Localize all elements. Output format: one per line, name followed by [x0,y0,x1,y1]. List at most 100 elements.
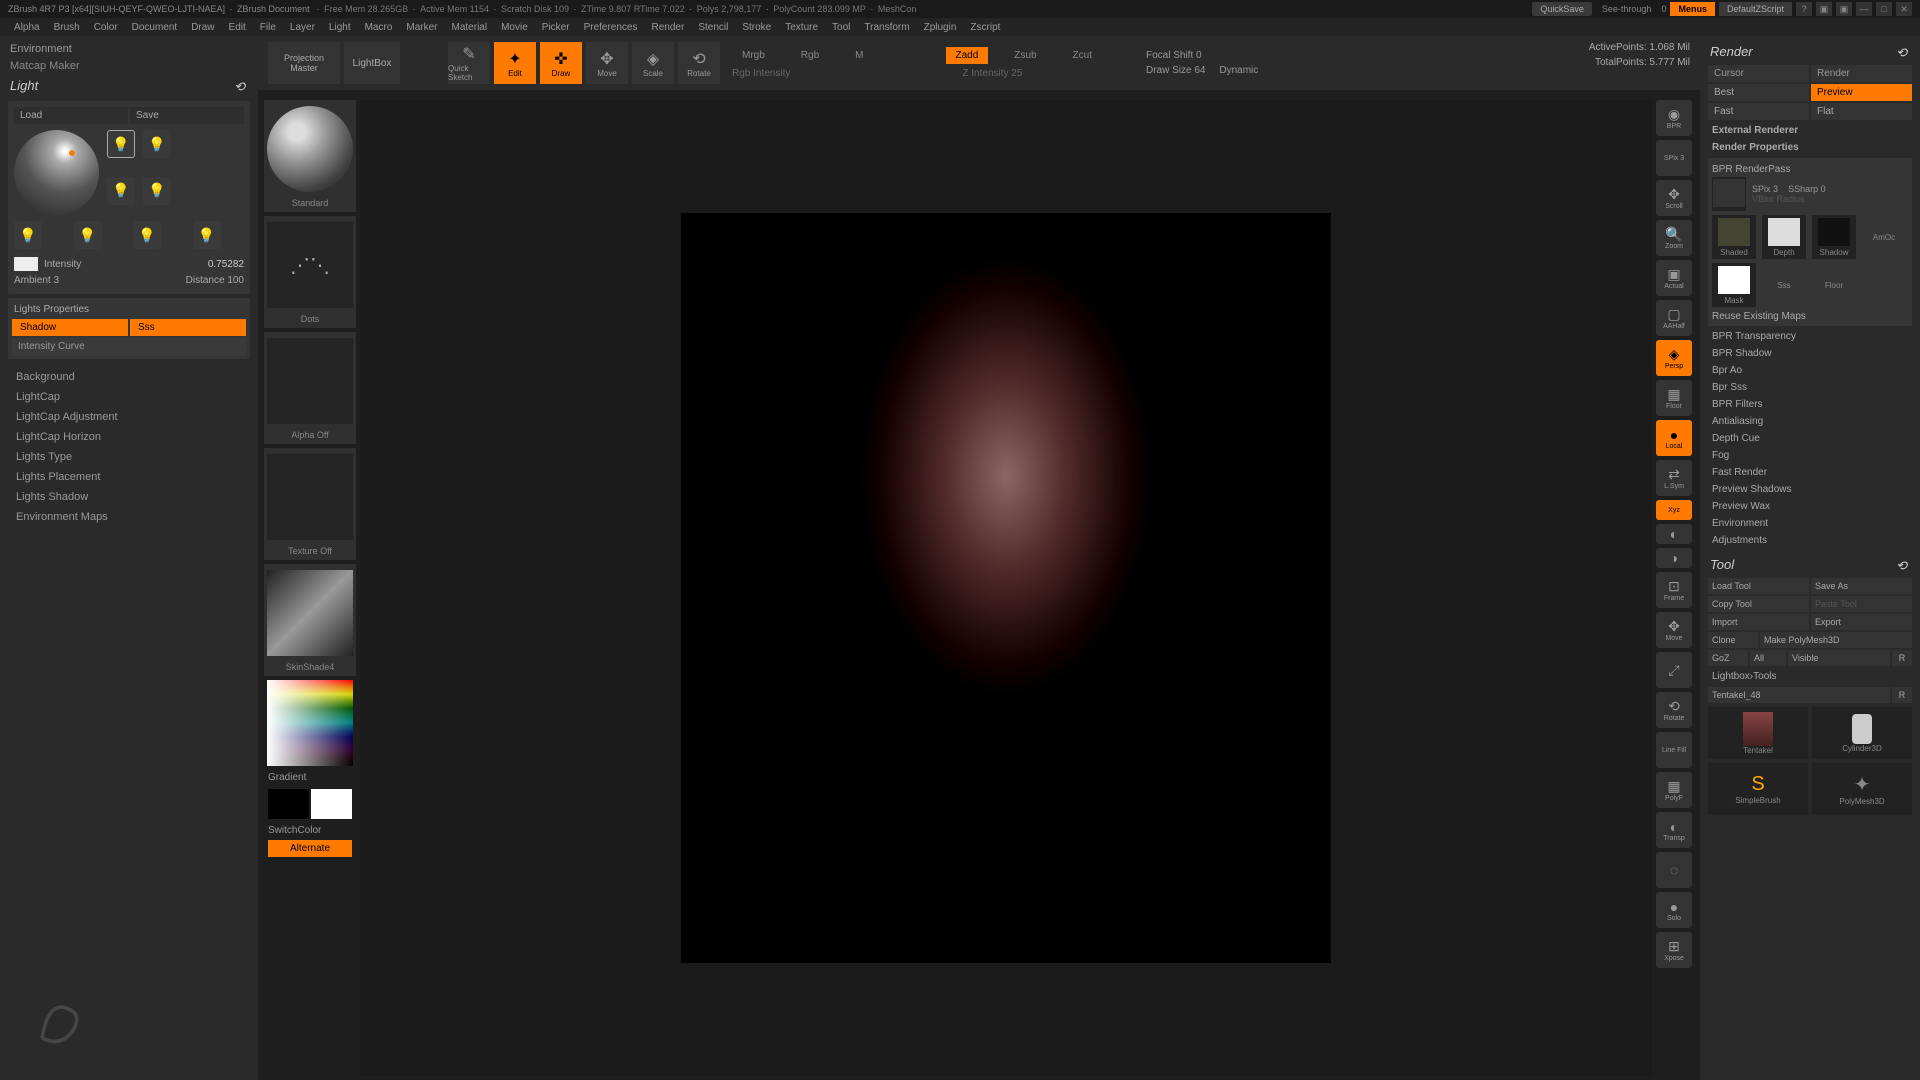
bpr-ao-section[interactable]: Bpr Ao [1704,362,1916,379]
scale-nav-button[interactable]: ⤢ [1656,652,1692,688]
cursor-tab[interactable]: Cursor [1708,65,1809,82]
menu-zscript[interactable]: Zscript [964,20,1006,35]
external-renderer-section[interactable]: External Renderer [1704,122,1916,139]
ambient-slider[interactable]: Ambient 3 [14,275,126,286]
texture-preview[interactable] [267,454,353,540]
bpr-button[interactable] [1712,177,1746,211]
actual-button[interactable]: ▣Actual [1656,260,1692,296]
lights-type-section[interactable]: Lights Type [8,447,250,467]
copy-tool-button[interactable]: Copy Tool [1708,596,1809,612]
draw-button[interactable]: ✜Draw [540,42,582,84]
lightcap-adjustment-section[interactable]: LightCap Adjustment [8,407,250,427]
zsub-button[interactable]: Zsub [1004,47,1046,64]
zadd-button[interactable]: Zadd [946,47,989,64]
menu-material[interactable]: Material [446,20,494,35]
window-icon[interactable]: ▣ [1816,2,1832,16]
mrgb-button[interactable]: Mrgb [732,47,775,64]
preview-shadows-section[interactable]: Preview Shadows [1704,481,1916,498]
tool-thumb-simplebrush[interactable]: SSimpleBrush [1708,763,1808,815]
bpr-button[interactable]: ◉BPR [1656,100,1692,136]
zcut-button[interactable]: Zcut [1063,47,1102,64]
polyf-button[interactable]: ▦PolyF [1656,772,1692,808]
close-icon[interactable]: ✕ [1896,2,1912,16]
primary-color-swatch[interactable] [311,789,352,819]
tool-thumb-polymesh[interactable]: ✦PolyMesh3D [1812,763,1912,815]
secondary-color-swatch[interactable] [268,789,309,819]
menu-tool[interactable]: Tool [826,20,856,35]
spix-button[interactable]: SPix 3 [1656,140,1692,176]
environment-section[interactable]: Environment [4,40,254,58]
light-slot-5[interactable]: 💡 [14,221,42,249]
menu-marker[interactable]: Marker [400,20,443,35]
rotate-button[interactable]: ⟲Rotate [678,42,720,84]
depth-pass[interactable]: Depth [1762,215,1806,259]
clone-button[interactable]: Clone [1708,632,1758,648]
preview-wax-section[interactable]: Preview Wax [1704,498,1916,515]
material-preview[interactable] [267,570,353,656]
bpr-filters-section[interactable]: BPR Filters [1704,396,1916,413]
focal-shift-slider[interactable]: Focal Shift 0 [1146,50,1202,61]
lightcap-section[interactable]: LightCap [8,387,250,407]
goz-button[interactable]: GoZ [1708,650,1748,666]
switch-color-button[interactable]: SwitchColor [264,823,356,838]
flat-button[interactable]: Flat [1811,103,1912,120]
floor-button[interactable]: ▦Floor [1656,380,1692,416]
fog-section[interactable]: Fog [1704,447,1916,464]
intensity-slider[interactable]: Intensity 0.75282 [14,255,244,273]
xyz-button[interactable]: Xyz [1656,500,1692,520]
menus-button[interactable]: Menus [1670,2,1715,16]
tool-thumb-tentakel[interactable]: Tentakel [1708,707,1808,759]
render-tab[interactable]: Render [1811,65,1912,82]
persp-button[interactable]: ◈Persp [1656,340,1692,376]
frame-button[interactable]: ⊡Frame [1656,572,1692,608]
shadow-button[interactable]: Shadow [12,319,128,336]
bpr-sss-section[interactable]: Bpr Sss [1704,379,1916,396]
visible-button[interactable]: Visible [1788,650,1890,666]
menu-alpha[interactable]: Alpha [8,20,46,35]
xpose-button[interactable]: ⊞Xpose [1656,932,1692,968]
lsym-button[interactable]: ⇄L.Sym [1656,460,1692,496]
pin-icon[interactable]: ⟲ [234,79,248,93]
all-button[interactable]: All [1750,650,1786,666]
menu-stencil[interactable]: Stencil [692,20,734,35]
edit-button[interactable]: ✦Edit [494,42,536,84]
amoc-pass[interactable]: AmOc [1862,215,1906,259]
draw-size-slider[interactable]: Draw Size 64 [1146,65,1205,76]
environment-section[interactable]: Environment [1704,515,1916,532]
save-as-button[interactable]: Save As [1811,578,1912,594]
menu-texture[interactable]: Texture [779,20,824,35]
pin-icon[interactable]: ⟲ [1896,558,1910,572]
export-button[interactable]: Export [1811,614,1912,630]
z-intensity-slider[interactable]: Z Intensity 25 [962,68,1022,79]
shaded-pass[interactable]: Shaded [1712,215,1756,259]
move-button[interactable]: ✥Move [1656,612,1692,648]
intensity-curve-button[interactable]: Intensity Curve [12,338,246,355]
rgb-intensity-slider[interactable]: Rgb Intensity [732,68,790,79]
local-button[interactable]: ●Local [1656,420,1692,456]
antialiasing-section[interactable]: Antialiasing [1704,413,1916,430]
transp-button[interactable]: ◐Transp [1656,812,1692,848]
save-button[interactable]: Save [130,107,244,124]
menu-layer[interactable]: Layer [284,20,321,35]
scroll-button[interactable]: ✥Scroll [1656,180,1692,216]
help-icon[interactable]: ? [1796,2,1812,16]
light-slot-1[interactable]: 💡 [107,130,135,158]
reuse-maps[interactable]: Reuse Existing Maps [1712,307,1908,322]
menu-brush[interactable]: Brush [48,20,86,35]
menu-document[interactable]: Document [126,20,184,35]
tool-thumb-cylinder[interactable]: Cylinder3D [1812,707,1912,759]
depth-cue-section[interactable]: Depth Cue [1704,430,1916,447]
paste-tool-button[interactable]: Paste Tool [1811,596,1912,612]
preview-button[interactable]: Preview [1811,84,1912,101]
nav-button[interactable]: ◑ [1656,548,1692,568]
stroke-preview[interactable]: ⋰⋱ [267,222,353,308]
render-properties-section[interactable]: Render Properties [1704,139,1916,156]
r-button[interactable]: R [1892,650,1912,666]
bpr-transparency-section[interactable]: BPR Transparency [1704,328,1916,345]
rotate-nav-button[interactable]: ⟲Rotate [1656,692,1692,728]
menu-render[interactable]: Render [646,20,691,35]
lightbox-tools[interactable]: Lightbox›Tools [1704,668,1916,685]
load-button[interactable]: Load [14,107,128,124]
r-button[interactable]: R [1892,687,1912,703]
sss-pass[interactable]: Sss [1762,263,1806,307]
